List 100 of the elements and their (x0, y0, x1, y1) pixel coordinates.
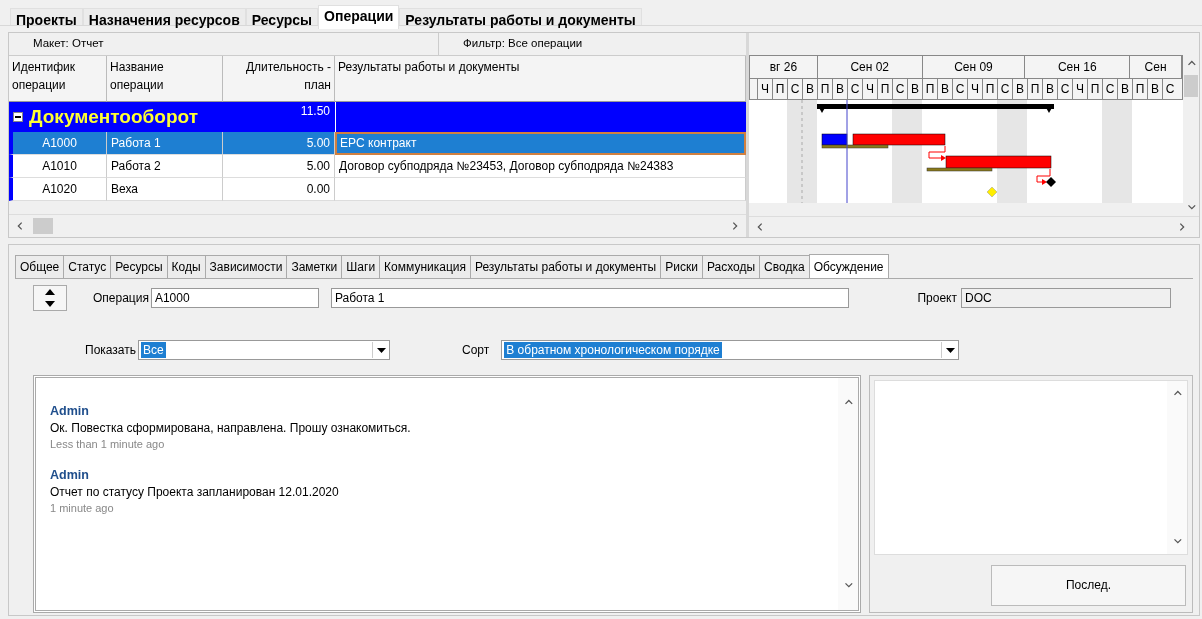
detail-tab[interactable]: Ресурсы (110, 255, 167, 278)
day-header: П (1087, 79, 1102, 99)
dropdown-arrow-icon[interactable] (945, 347, 955, 353)
operation-id-field[interactable]: A1000 (150, 288, 319, 308)
chevron-left-icon[interactable] (15, 221, 25, 231)
layout-label[interactable]: Макет: Отчет (9, 33, 439, 55)
day-header: В (1117, 79, 1132, 99)
day-header: П (982, 79, 997, 99)
day-header: С (952, 79, 967, 99)
table-cell[interactable]: Веха (107, 178, 223, 201)
scrollbar-thumb[interactable] (1184, 75, 1198, 97)
project-field[interactable]: DOC (961, 288, 1171, 308)
comment-author[interactable]: Admin (50, 468, 838, 482)
horizontal-scrollbar[interactable] (9, 214, 746, 237)
comment-time: 1 minute ago (50, 502, 115, 514)
comment-time: Less than 1 minute ago (50, 438, 166, 450)
detail-tab[interactable]: Сводка (759, 255, 809, 278)
day-header: С (1102, 79, 1117, 99)
table-cell[interactable]: Договор субподряда №23453, Договор субподряда №24383 (335, 155, 746, 178)
summary-bar[interactable] (817, 104, 1054, 113)
day-header: Ч (967, 79, 982, 99)
day-header: В (1042, 79, 1057, 99)
sort-label: Сорт (462, 343, 490, 357)
day-header: В (832, 79, 847, 99)
detail-tab[interactable]: Зависимости (204, 255, 287, 278)
dropdown-arrow-icon[interactable] (376, 347, 386, 353)
table-cell[interactable]: 5.00 (223, 155, 335, 178)
table-cell[interactable]: 0.00 (223, 178, 335, 201)
day-header: П (922, 79, 937, 99)
main-tab[interactable]: Операции (318, 5, 400, 29)
baseline-bar (926, 167, 993, 172)
column-header[interactable]: Идентифик операции (9, 56, 107, 102)
down-triangle-icon (45, 301, 55, 307)
operation-name-field[interactable]: Работа 1 (330, 288, 849, 308)
day-header: В (1147, 79, 1162, 99)
collapse-icon[interactable] (13, 112, 23, 122)
detail-tab[interactable]: Заметки (286, 255, 342, 278)
detail-tab[interactable]: Статус (63, 255, 111, 278)
group-duration: 11.50 (300, 103, 331, 118)
day-header: В (1012, 79, 1027, 99)
detail-tab[interactable]: Расходы (701, 255, 760, 278)
dependency-arrow (928, 145, 946, 161)
detail-tab[interactable]: Риски (660, 255, 702, 278)
table-cell[interactable]: A1020 (9, 178, 107, 201)
baseline-milestone-icon (986, 186, 998, 198)
day-header: С (1162, 79, 1177, 99)
detail-tab[interactable]: Обсуждение (808, 254, 889, 278)
table-cell[interactable]: A1010 (9, 155, 107, 178)
last-button[interactable]: Послед. (991, 564, 1186, 606)
day-header: С (892, 79, 907, 99)
day-header: П (817, 79, 832, 99)
up-triangle-icon (45, 289, 55, 295)
comment-text: Ок. Повестка сформирована, направлена. Прошу ознакомиться. (50, 421, 412, 435)
show-label: Показать (85, 343, 136, 357)
comment-author[interactable]: Admin (50, 404, 838, 418)
chevron-right-icon[interactable] (730, 221, 740, 231)
operation-label: Операция (93, 291, 149, 305)
detail-tab[interactable]: Общее (15, 255, 64, 278)
baseline-bar (821, 144, 889, 149)
table-cell[interactable]: Работа 1 (107, 132, 223, 155)
chevron-down-icon[interactable] (843, 580, 853, 590)
detail-tab[interactable]: Шаги (341, 255, 380, 278)
project-label: Проект (917, 291, 957, 305)
column-header[interactable]: Результаты работы и документы (335, 56, 746, 102)
day-header: В (907, 79, 922, 99)
table-cell[interactable]: Работа 2 (107, 155, 223, 178)
milestone-icon (1046, 177, 1056, 187)
table-cell[interactable]: EPC контракт (335, 132, 746, 155)
detail-tab[interactable]: Коды (166, 255, 205, 278)
day-header: В (802, 79, 817, 99)
scrollbar-thumb[interactable] (33, 218, 53, 234)
day-header: С (847, 79, 862, 99)
column-header[interactable]: Длительность - план (223, 56, 335, 102)
day-header: П (1132, 79, 1147, 99)
detail-tab[interactable]: Коммуникация (379, 255, 470, 278)
dependency-arrow (1036, 168, 1051, 185)
group-name: Документооборот (29, 106, 198, 128)
day-header: Ч (862, 79, 877, 99)
group-row[interactable]: Документооборот 11.50 (9, 102, 746, 132)
day-header: С (1057, 79, 1072, 99)
table-cell[interactable]: 5.00 (223, 132, 335, 155)
day-header: П (877, 79, 892, 99)
chevron-right-icon[interactable] (1177, 222, 1187, 233)
comment-input[interactable] (874, 380, 1188, 555)
table-cell[interactable]: A1000 (9, 132, 107, 155)
column-header[interactable]: Название операции (107, 56, 223, 102)
day-header: П (772, 79, 787, 99)
spin-button[interactable] (33, 285, 67, 311)
filter-label[interactable]: Фильтр: Все операции (439, 33, 583, 55)
day-header: В (937, 79, 952, 99)
detail-tab[interactable]: Результаты работы и документы (470, 255, 661, 278)
comment-text: Отчет по статусу Проекта запланирован 12.01.2020 (50, 485, 340, 499)
day-header: С (787, 79, 802, 99)
table-cell[interactable] (335, 178, 746, 201)
chevron-left-icon[interactable] (755, 222, 765, 233)
day-header: П (1027, 79, 1042, 99)
day-header: Ч (757, 79, 772, 99)
day-header: С (997, 79, 1012, 99)
sort-dropdown[interactable]: В обратном хронологическом порядке (501, 340, 960, 360)
show-dropdown[interactable]: Все (138, 340, 390, 360)
